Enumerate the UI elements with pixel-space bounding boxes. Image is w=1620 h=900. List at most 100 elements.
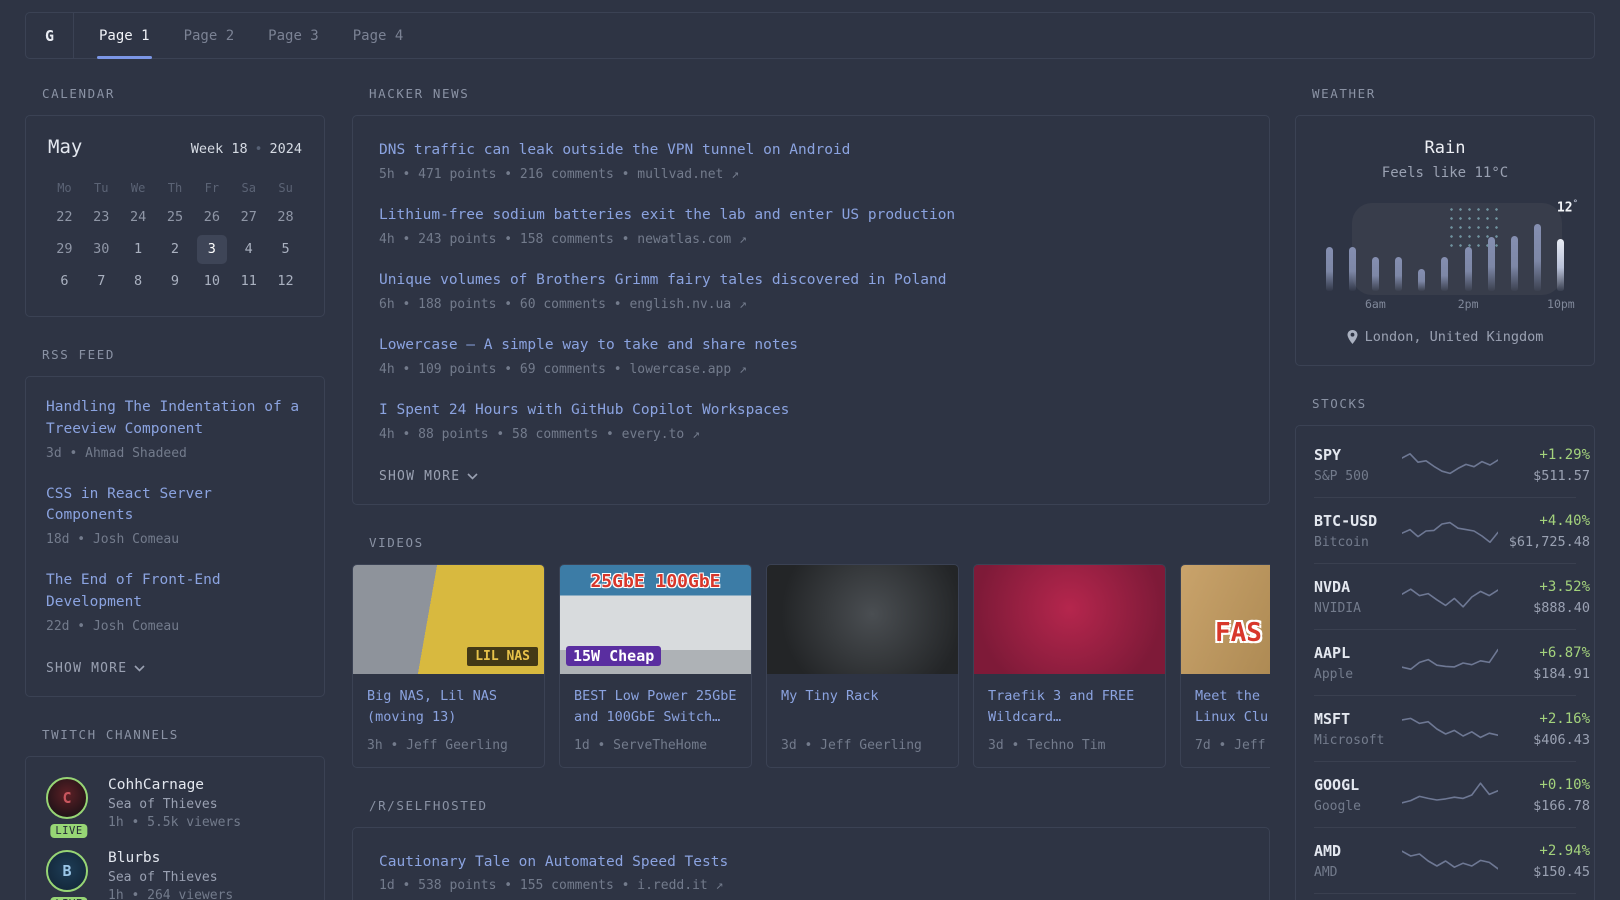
stock-sparkline (1402, 844, 1498, 878)
rss-item-meta: 3d • Ahmad Shadeed (46, 445, 187, 461)
video-thumbnail (974, 564, 1165, 674)
weather-bar (1325, 247, 1333, 291)
twitch-channel-status: 1h • 264 viewers (108, 888, 234, 900)
reddit-widget: /R/SELFHOSTED Cautionary Tale on Automat… (352, 798, 1270, 900)
hackernews-section-label: HACKER NEWS (369, 86, 470, 101)
stock-name: Microsoft (1314, 733, 1385, 748)
video-meta: 3h • Jeff Geerling (367, 737, 508, 753)
twitch-channel-link[interactable]: Blurbs (108, 850, 233, 866)
stock-price: $184.91 (1533, 665, 1590, 682)
calendar-weekday-label: Sa (241, 181, 256, 195)
calendar-day: 6 (60, 273, 69, 289)
calendar-widget: CALENDAR May Week 18 • 2024 Mo Tu We Th … (25, 86, 325, 317)
video-title-link[interactable]: Meet the Linux Clu (1195, 686, 1270, 728)
stock-symbol: AAPL (1314, 644, 1351, 662)
reddit-card: Cautionary Tale on Automated Speed Tests… (352, 826, 1270, 900)
weather-bar (1557, 238, 1565, 291)
calendar-day: 27 (240, 209, 257, 225)
video-thumbnail (767, 564, 958, 674)
video-card[interactable]: My Tiny Rack 3d • Jeff Geerling (766, 563, 959, 768)
video-card[interactable]: Traefik 3 and FREE Wildcard… 3d • Techno… (973, 563, 1166, 768)
video-title-link[interactable]: Big NAS, Lil NAS (moving 13) (367, 686, 530, 728)
hackernews-item-link[interactable]: Lowercase – A simple way to take and sha… (379, 335, 1243, 357)
video-thumbnail: LIL NAS (353, 564, 544, 674)
rss-item-link[interactable]: Handling The Indentation of a Treeview C… (46, 397, 304, 441)
avatar: B (46, 850, 88, 893)
rss-show-more-button[interactable]: SHOW MORE (46, 661, 145, 676)
weather-bar (1534, 223, 1542, 291)
video-title-link[interactable]: Traefik 3 and FREE Wildcard… (988, 686, 1151, 728)
weather-bar-slot (1506, 207, 1524, 311)
hackernews-item-meta: 4h • 109 points • 69 comments • lowercas… (379, 361, 747, 377)
reddit-item-link[interactable]: Cautionary Tale on Automated Speed Tests (379, 852, 1243, 874)
avatar: C (46, 777, 88, 820)
stock-change: +6.87% (1539, 644, 1590, 661)
weather-bar (1348, 247, 1356, 291)
stock-change: +2.16% (1539, 710, 1590, 727)
calendar-day: 22 (56, 209, 73, 225)
weather-bar-slot (1436, 207, 1454, 311)
page-tab[interactable]: Page 4 (336, 13, 421, 58)
stock-name: Apple (1314, 667, 1354, 682)
hackernews-show-more-label: SHOW MORE (379, 468, 461, 484)
video-card[interactable]: LIL NAS Big NAS, Lil NAS (moving 13) 3h … (352, 563, 545, 768)
sparkline-chart (1402, 717, 1498, 739)
hackernews-item-link[interactable]: Lithium-free sodium batteries exit the l… (379, 205, 1243, 227)
video-text: Meet the Linux Clu 7d • Jeff Geerling (1181, 674, 1270, 767)
calendar-weekday-label: Tu (94, 181, 109, 195)
hackernews-item-meta: 6h • 188 points • 60 comments • english.… (379, 296, 747, 312)
hackernews-widget: HACKER NEWS DNS traffic can leak outside… (352, 86, 1270, 505)
video-meta: 3d • Jeff Geerling (781, 737, 922, 753)
weather-time-label: 10pm (1547, 297, 1575, 311)
stock-name: Google (1314, 799, 1361, 814)
calendar-header: May Week 18 • 2024 (46, 136, 304, 158)
twitch-section-label: TWITCH CHANNELS (42, 727, 179, 743)
thumbnail-text: 15W Cheap (566, 645, 662, 666)
thumbnail-text: LIL NAS (467, 646, 538, 666)
stock-sparkline (1402, 448, 1498, 482)
hackernews-item-link[interactable]: Unique volumes of Brothers Grimm fairy t… (379, 270, 1243, 292)
page-tab[interactable]: Page 2 (167, 13, 252, 58)
rss-item-link[interactable]: CSS in React Server Components (46, 484, 304, 528)
video-title-link[interactable]: BEST Low Power 25GbE and 100GbE Switch… (574, 686, 737, 728)
live-badge: LIVE (50, 824, 88, 839)
videos-section-label: VIDEOS (369, 534, 424, 550)
stock-symbol: GOOGL (1314, 776, 1360, 794)
twitch-channel-game: Sea of Thieves (108, 797, 218, 813)
sparkline-chart (1402, 521, 1498, 544)
calendar-day: 9 (170, 273, 180, 289)
rss-item-link[interactable]: The End of Front-End Development (46, 570, 304, 614)
hackernews-item-link[interactable]: I Spent 24 Hours with GitHub Copilot Wor… (379, 400, 1243, 422)
sparkline-chart (1402, 453, 1498, 475)
weather-bar-slot (1482, 207, 1500, 311)
rss-section-label: RSS FEED (42, 347, 116, 362)
video-text: Traefik 3 and FREE Wildcard… 3d • Techno… (974, 674, 1165, 767)
twitch-channel-row[interactable]: B LIVE Blurbs Sea of Thieves 1h • 264 vi… (46, 850, 304, 900)
reddit-item-meta: 1d • 538 points • 155 comments • i.redd.… (379, 878, 724, 894)
stock-change: +1.29% (1539, 446, 1590, 463)
chevron-down-icon (134, 665, 145, 672)
twitch-channel-link[interactable]: CohhCarnage (108, 777, 241, 793)
calendar-day: 8 (134, 273, 143, 289)
calendar-day: 30 (93, 241, 110, 257)
twitch-widget: TWITCH CHANNELS C LIVE CohhCarnage Sea o… (25, 727, 325, 900)
page-tab[interactable]: Page 3 (251, 13, 336, 58)
app-logo[interactable]: G (26, 13, 74, 58)
video-card[interactable]: FAS Meet the Linux Clu 7d • Jeff Geerlin… (1180, 563, 1270, 768)
calendar-day: 4 (244, 241, 253, 257)
calendar-section-label: CALENDAR (42, 86, 116, 101)
weather-bar-slot (1343, 207, 1361, 311)
video-title-link[interactable]: My Tiny Rack (781, 686, 944, 728)
weather-section-label: WEATHER (1312, 86, 1376, 101)
weather-time-label: 2pm (1457, 297, 1479, 311)
dashboard-page: G Page 1 Page 2 Page 3 Page 4 CALENDAR M… (0, 0, 1620, 900)
twitch-channel-row[interactable]: C LIVE CohhCarnage Sea of Thieves 1h • 5… (46, 777, 304, 839)
hackernews-show-more-button[interactable]: SHOW MORE (379, 469, 478, 484)
video-card[interactable]: 25GbE 100GbE 15W Cheap BEST Low Power 25… (559, 563, 752, 768)
stocks-widget: STOCKS SPY S&P 500 +1.29% $511.57 BTC-US… (1295, 396, 1595, 900)
hackernews-item-link[interactable]: DNS traffic can leak outside the VPN tun… (379, 140, 1243, 162)
page-tab[interactable]: Page 1 (82, 13, 167, 59)
weather-bar (1511, 235, 1518, 291)
weather-bar-slot: 10pm (1547, 207, 1575, 311)
weather-bar (1371, 257, 1379, 291)
